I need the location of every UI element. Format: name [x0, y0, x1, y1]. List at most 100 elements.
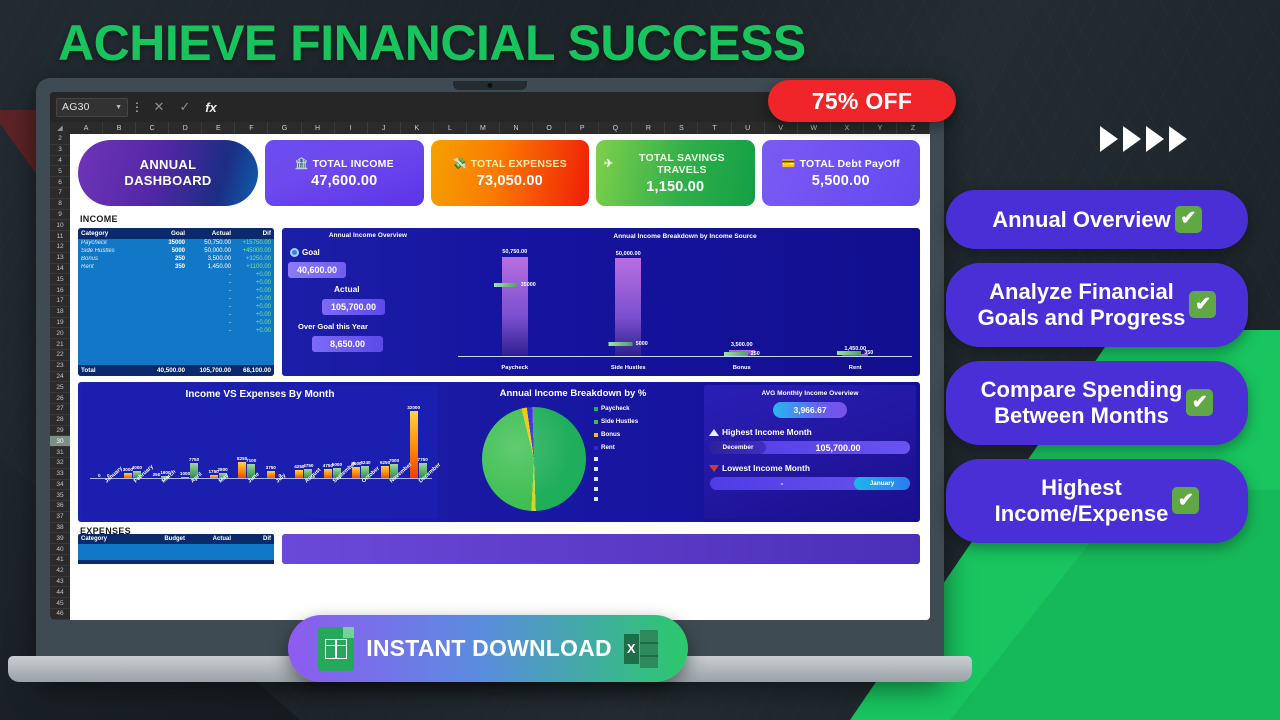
- row-header[interactable]: 40: [50, 544, 70, 556]
- row-header[interactable]: 35: [50, 490, 70, 502]
- column-header[interactable]: O: [533, 122, 567, 134]
- column-header[interactable]: Y: [864, 122, 897, 134]
- row-header[interactable]: 45: [50, 598, 70, 610]
- row-header[interactable]: 2: [50, 134, 70, 145]
- column-header[interactable]: E: [202, 122, 236, 134]
- row-header[interactable]: 11: [50, 231, 70, 242]
- confirm-edit-icon[interactable]: ✓: [172, 99, 198, 115]
- column-header[interactable]: R: [632, 122, 666, 134]
- column-header[interactable]: K: [401, 122, 434, 134]
- column-header[interactable]: S: [665, 122, 699, 134]
- row-header[interactable]: 12: [50, 242, 70, 253]
- row-header[interactable]: 46: [50, 609, 70, 620]
- column-header[interactable]: M: [467, 122, 501, 134]
- column-header[interactable]: G: [268, 122, 302, 134]
- row-header[interactable]: 33: [50, 469, 70, 480]
- row-header[interactable]: 19: [50, 318, 70, 329]
- goal-marker-group: 5000: [608, 341, 648, 347]
- column-header[interactable]: T: [698, 122, 732, 134]
- column-header[interactable]: N: [500, 122, 534, 134]
- row-header[interactable]: 8: [50, 199, 70, 210]
- legend-item-empty: [594, 487, 638, 491]
- row-header[interactable]: 28: [50, 415, 70, 426]
- row-header[interactable]: 44: [50, 587, 70, 599]
- category-label: Bonus: [732, 365, 751, 371]
- laptop-camera-dot: [487, 83, 493, 88]
- row-header[interactable]: 34: [50, 480, 70, 491]
- cell-actual: 1,450.00: [207, 264, 231, 270]
- row-header[interactable]: 15: [50, 274, 70, 286]
- row-header[interactable]: 38: [50, 523, 70, 534]
- column-header[interactable]: L: [434, 122, 467, 134]
- row-header[interactable]: 26: [50, 393, 70, 404]
- column-header[interactable]: V: [765, 122, 798, 134]
- row-header[interactable]: 14: [50, 264, 70, 275]
- insert-function-icon[interactable]: fx: [198, 100, 224, 115]
- row-header-column: 2 3 4 5 6 7 8 9 10 11 12 13 14 15 16 17 18 19 20 21 22 23 24 25…: [50, 134, 70, 620]
- row-header[interactable]: 6: [50, 177, 70, 188]
- column-header[interactable]: J: [368, 122, 401, 134]
- row-header[interactable]: 41: [50, 555, 70, 566]
- row-header[interactable]: 22: [50, 350, 70, 361]
- row-header[interactable]: 32: [50, 458, 70, 469]
- column-header[interactable]: I: [335, 122, 368, 134]
- column-header[interactable]: H: [302, 122, 335, 134]
- more-options-icon[interactable]: ⋮: [128, 100, 146, 114]
- column-header[interactable]: U: [732, 122, 765, 134]
- row-header[interactable]: 39: [50, 533, 70, 545]
- legend-swatch: [594, 432, 598, 437]
- row-header[interactable]: 30: [50, 436, 70, 448]
- column-header[interactable]: D: [169, 122, 203, 134]
- column-header[interactable]: P: [566, 122, 600, 134]
- row-header[interactable]: 21: [50, 339, 70, 350]
- page-title: ACHIEVE FINANCIAL SUCCESS: [58, 15, 806, 71]
- row-header[interactable]: 17: [50, 296, 70, 307]
- cell-actual: 50,750.00: [204, 240, 231, 246]
- feature-badge: Compare Spending Between Months ✔: [946, 360, 1248, 445]
- column-header[interactable]: W: [798, 122, 831, 134]
- column-header[interactable]: B: [103, 122, 137, 134]
- row-header[interactable]: 16: [50, 285, 70, 296]
- row-header[interactable]: 29: [50, 426, 70, 437]
- instant-download-button[interactable]: INSTANT DOWNLOAD X: [288, 615, 688, 682]
- row-header[interactable]: 37: [50, 512, 70, 523]
- feature-badge-list: Annual Overview ✔ Analyze Financial Goals …: [946, 190, 1248, 543]
- row-header[interactable]: 5: [50, 166, 70, 178]
- row-header[interactable]: 20: [50, 328, 70, 340]
- row-header[interactable]: 42: [50, 566, 70, 577]
- cell-goal: [139, 288, 185, 294]
- column-header[interactable]: Z: [897, 122, 930, 134]
- spreadsheet-app: AG30 ▼ ⋮ ✕ ✓ fx ◢ ABCDEFGHIJKLMNOPQRSTUV…: [50, 92, 930, 620]
- row-header[interactable]: 3: [50, 145, 70, 156]
- column-header[interactable]: A: [70, 122, 104, 134]
- column-header[interactable]: X: [831, 122, 864, 134]
- cell-dif: +0.00: [255, 296, 271, 302]
- cancel-edit-icon[interactable]: ✕: [146, 99, 172, 115]
- bar-group: 3750 0: [261, 407, 289, 479]
- row-header[interactable]: 10: [50, 220, 70, 232]
- cell-category: [81, 320, 139, 326]
- credit-card-icon: 💳: [781, 157, 796, 170]
- row-header[interactable]: 43: [50, 577, 70, 588]
- column-header[interactable]: Q: [599, 122, 633, 134]
- row-header[interactable]: 24: [50, 372, 70, 383]
- row-header[interactable]: 9: [50, 210, 70, 221]
- row-header[interactable]: 18: [50, 307, 70, 318]
- row-header[interactable]: 7: [50, 188, 70, 199]
- row-header[interactable]: 4: [50, 156, 70, 167]
- column-header[interactable]: C: [136, 122, 170, 134]
- name-box[interactable]: AG30 ▼: [56, 97, 128, 117]
- row-header[interactable]: 13: [50, 253, 70, 264]
- bar-value-label: 3750: [265, 465, 276, 471]
- row-header[interactable]: 27: [50, 404, 70, 415]
- cell-actual: -: [229, 312, 231, 318]
- bar-group: 4250 4750: [290, 407, 318, 479]
- row-header[interactable]: 25: [50, 382, 70, 394]
- row-header[interactable]: 36: [50, 501, 70, 512]
- row-header[interactable]: 23: [50, 361, 70, 372]
- cell-dif: +45000.00: [242, 248, 271, 254]
- select-all-corner[interactable]: ◢: [50, 122, 70, 134]
- month-label-slot: September: [318, 461, 358, 519]
- column-header[interactable]: F: [235, 122, 269, 134]
- row-header[interactable]: 31: [50, 447, 70, 458]
